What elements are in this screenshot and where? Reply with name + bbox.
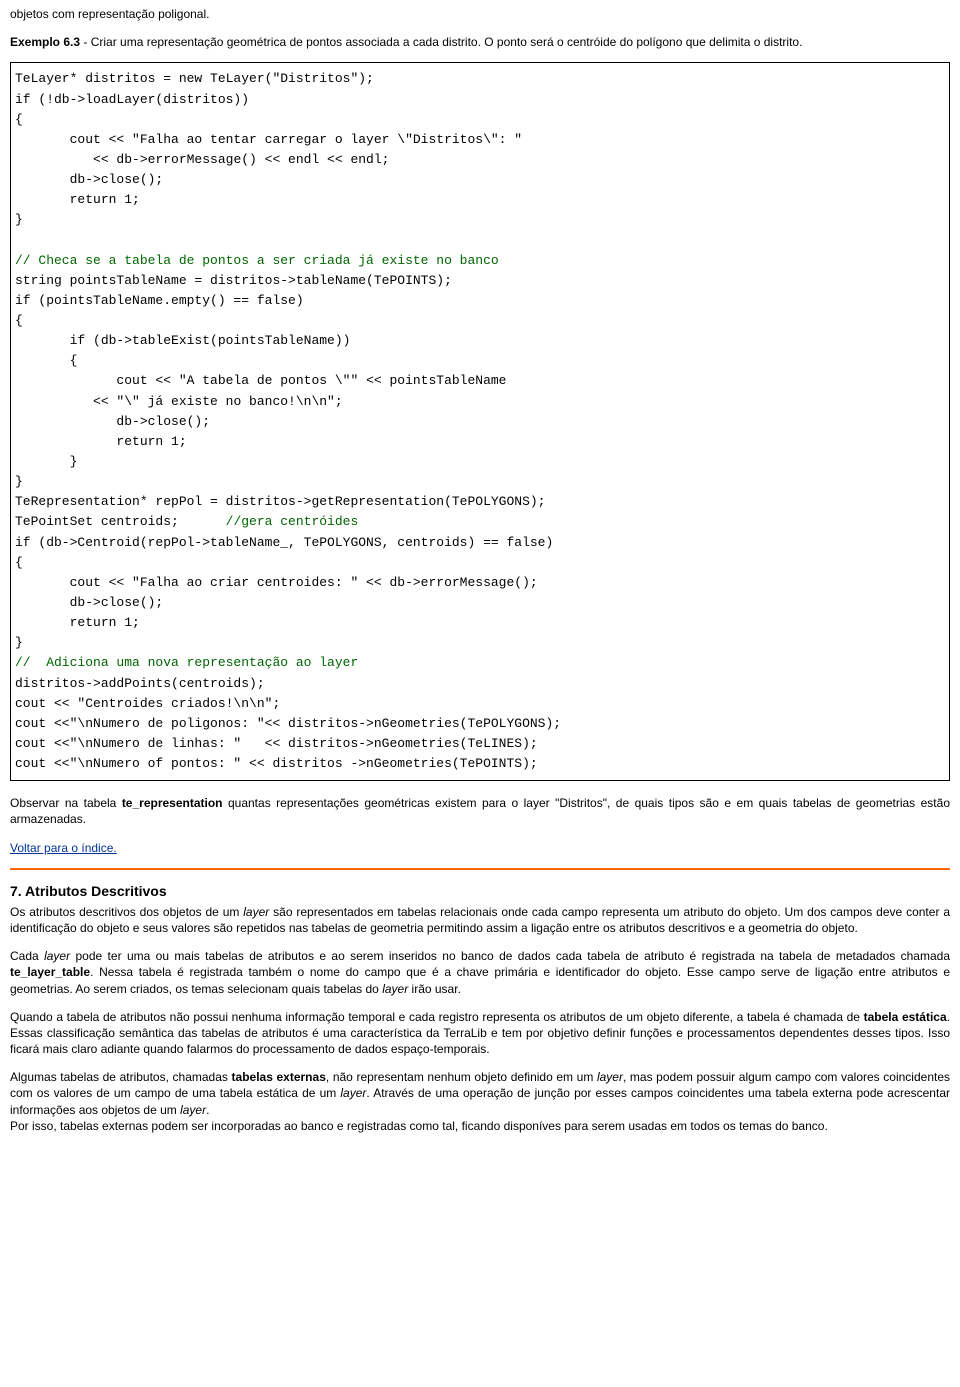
observation-note: Observar na tabela te_representation qua…: [10, 795, 950, 827]
section-7-para-4: Algumas tabelas de atributos, chamadas t…: [10, 1069, 950, 1134]
back-to-index-link[interactable]: Voltar para o índice.: [10, 841, 117, 855]
intro-line-1: objetos com representação poligonal.: [10, 6, 950, 22]
example-heading: Exemplo 6.3 - Criar uma representação ge…: [10, 34, 950, 50]
section-7-para-1: Os atributos descritivos dos objetos de …: [10, 904, 950, 936]
example-number: Exemplo 6.3: [10, 35, 80, 49]
example-desc: - Criar uma representação geométrica de …: [80, 35, 802, 49]
code-block: TeLayer* distritos = new TeLayer("Distri…: [10, 62, 950, 781]
section-7-para-3: Quando a tabela de atributos não possui …: [10, 1009, 950, 1058]
section-divider: [10, 868, 950, 870]
section-7-heading: 7. Atributos Descritivos: [10, 882, 950, 901]
section-7-para-2: Cada layer pode ter uma ou mais tabelas …: [10, 948, 950, 997]
